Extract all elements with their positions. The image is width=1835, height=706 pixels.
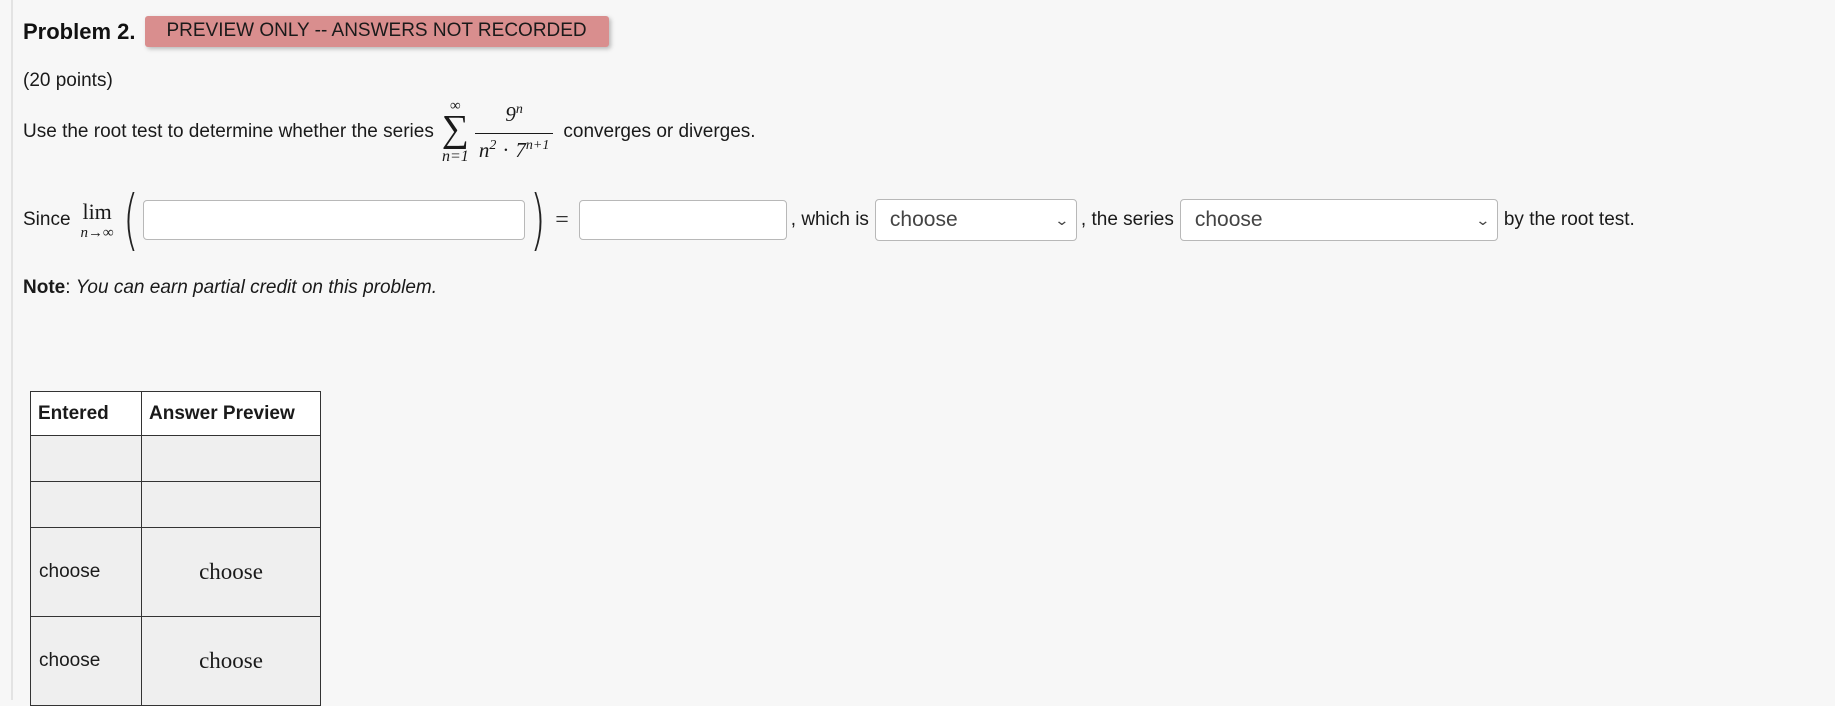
preview-cell: choose: [141, 616, 321, 706]
header-answer-preview: Answer Preview: [141, 391, 321, 436]
preview-cell: [141, 435, 321, 482]
root-expression-input[interactable]: [143, 200, 526, 240]
entered-cell: choose: [30, 616, 142, 706]
header-entered: Entered: [30, 391, 142, 436]
denominator-exponent-n-plus-1: n+1: [525, 137, 550, 153]
table-row: [30, 435, 321, 482]
which-is-label: , which is: [790, 209, 869, 230]
statement-prefix: Use the root test to determine whether t…: [23, 121, 434, 142]
lim-word: lim: [82, 198, 112, 224]
lim-subscript: n→∞: [80, 224, 114, 241]
problem-content: Problem 2. PREVIEW ONLY -- ANSWERS NOT R…: [23, 0, 1835, 706]
comparison-select-value: choose: [889, 208, 958, 231]
answers-table: Entered Answer Preview choose choose cho…: [30, 391, 321, 706]
entered-cell: [30, 481, 142, 528]
limit-notation: lim n→∞: [81, 199, 114, 242]
preview-only-badge: PREVIEW ONLY -- ANSWERS NOT RECORDED: [145, 16, 609, 47]
points-label: (20 points): [23, 70, 113, 91]
statement-suffix: converges or diverges.: [563, 121, 756, 142]
answer-row: Since lim n→∞ ( ) = , which is choose ⌄ …: [23, 181, 1641, 258]
convergence-select-value: choose: [1194, 208, 1263, 231]
note-label: Note: [23, 277, 66, 298]
answers-table-header-row: Entered Answer Preview: [30, 391, 321, 436]
comparison-select[interactable]: choose ⌄: [874, 199, 1077, 241]
preview-cell: choose: [141, 527, 321, 617]
since-label: Since: [23, 209, 71, 230]
partial-credit-note: Note: You can earn partial credit on thi…: [23, 277, 437, 299]
multiplication-dot: ·: [502, 137, 510, 162]
note-separator: :: [65, 277, 76, 298]
fraction-numerator: 9n: [501, 102, 527, 133]
denominator-exponent-2: 2: [489, 137, 497, 153]
close-paren: ): [530, 181, 547, 258]
table-row: [30, 481, 321, 528]
sum-lower-limit: n=1: [441, 147, 469, 165]
table-row: choose choose: [30, 616, 321, 706]
problem-title: Problem 2.: [23, 18, 136, 44]
the-series-label: , the series: [1080, 209, 1174, 230]
open-paren: (: [122, 181, 139, 258]
entered-cell: choose: [30, 527, 142, 617]
problem-statement: Use the root test to determine whether t…: [23, 96, 756, 168]
numerator-base: 9: [505, 101, 516, 126]
summation: ∞ ∑ n=1: [442, 99, 469, 164]
convergence-select[interactable]: choose ⌄: [1179, 199, 1498, 241]
chevron-down-icon: ⌄: [1475, 211, 1491, 228]
denominator-base-7: 7: [515, 137, 526, 162]
chevron-down-icon: ⌄: [1054, 211, 1070, 228]
sigma-symbol: ∑: [441, 108, 469, 151]
note-text: You can earn partial credit on this prob…: [75, 277, 438, 298]
fraction-denominator: n2 · 7n+1: [474, 132, 554, 163]
limit-value-input[interactable]: [578, 200, 787, 240]
numerator-exponent: n: [515, 101, 523, 117]
by-root-test-label: by the root test.: [1503, 209, 1635, 230]
table-row: choose choose: [30, 527, 321, 617]
left-rule: [11, 0, 13, 700]
preview-cell: [141, 481, 321, 528]
equals-sign: =: [555, 206, 569, 233]
denominator-base-n: n: [478, 137, 490, 162]
entered-cell: [30, 435, 142, 482]
series-term-fraction: 9n n2 · 7n+1: [474, 102, 554, 163]
problem-header: Problem 2. PREVIEW ONLY -- ANSWERS NOT R…: [23, 16, 609, 47]
